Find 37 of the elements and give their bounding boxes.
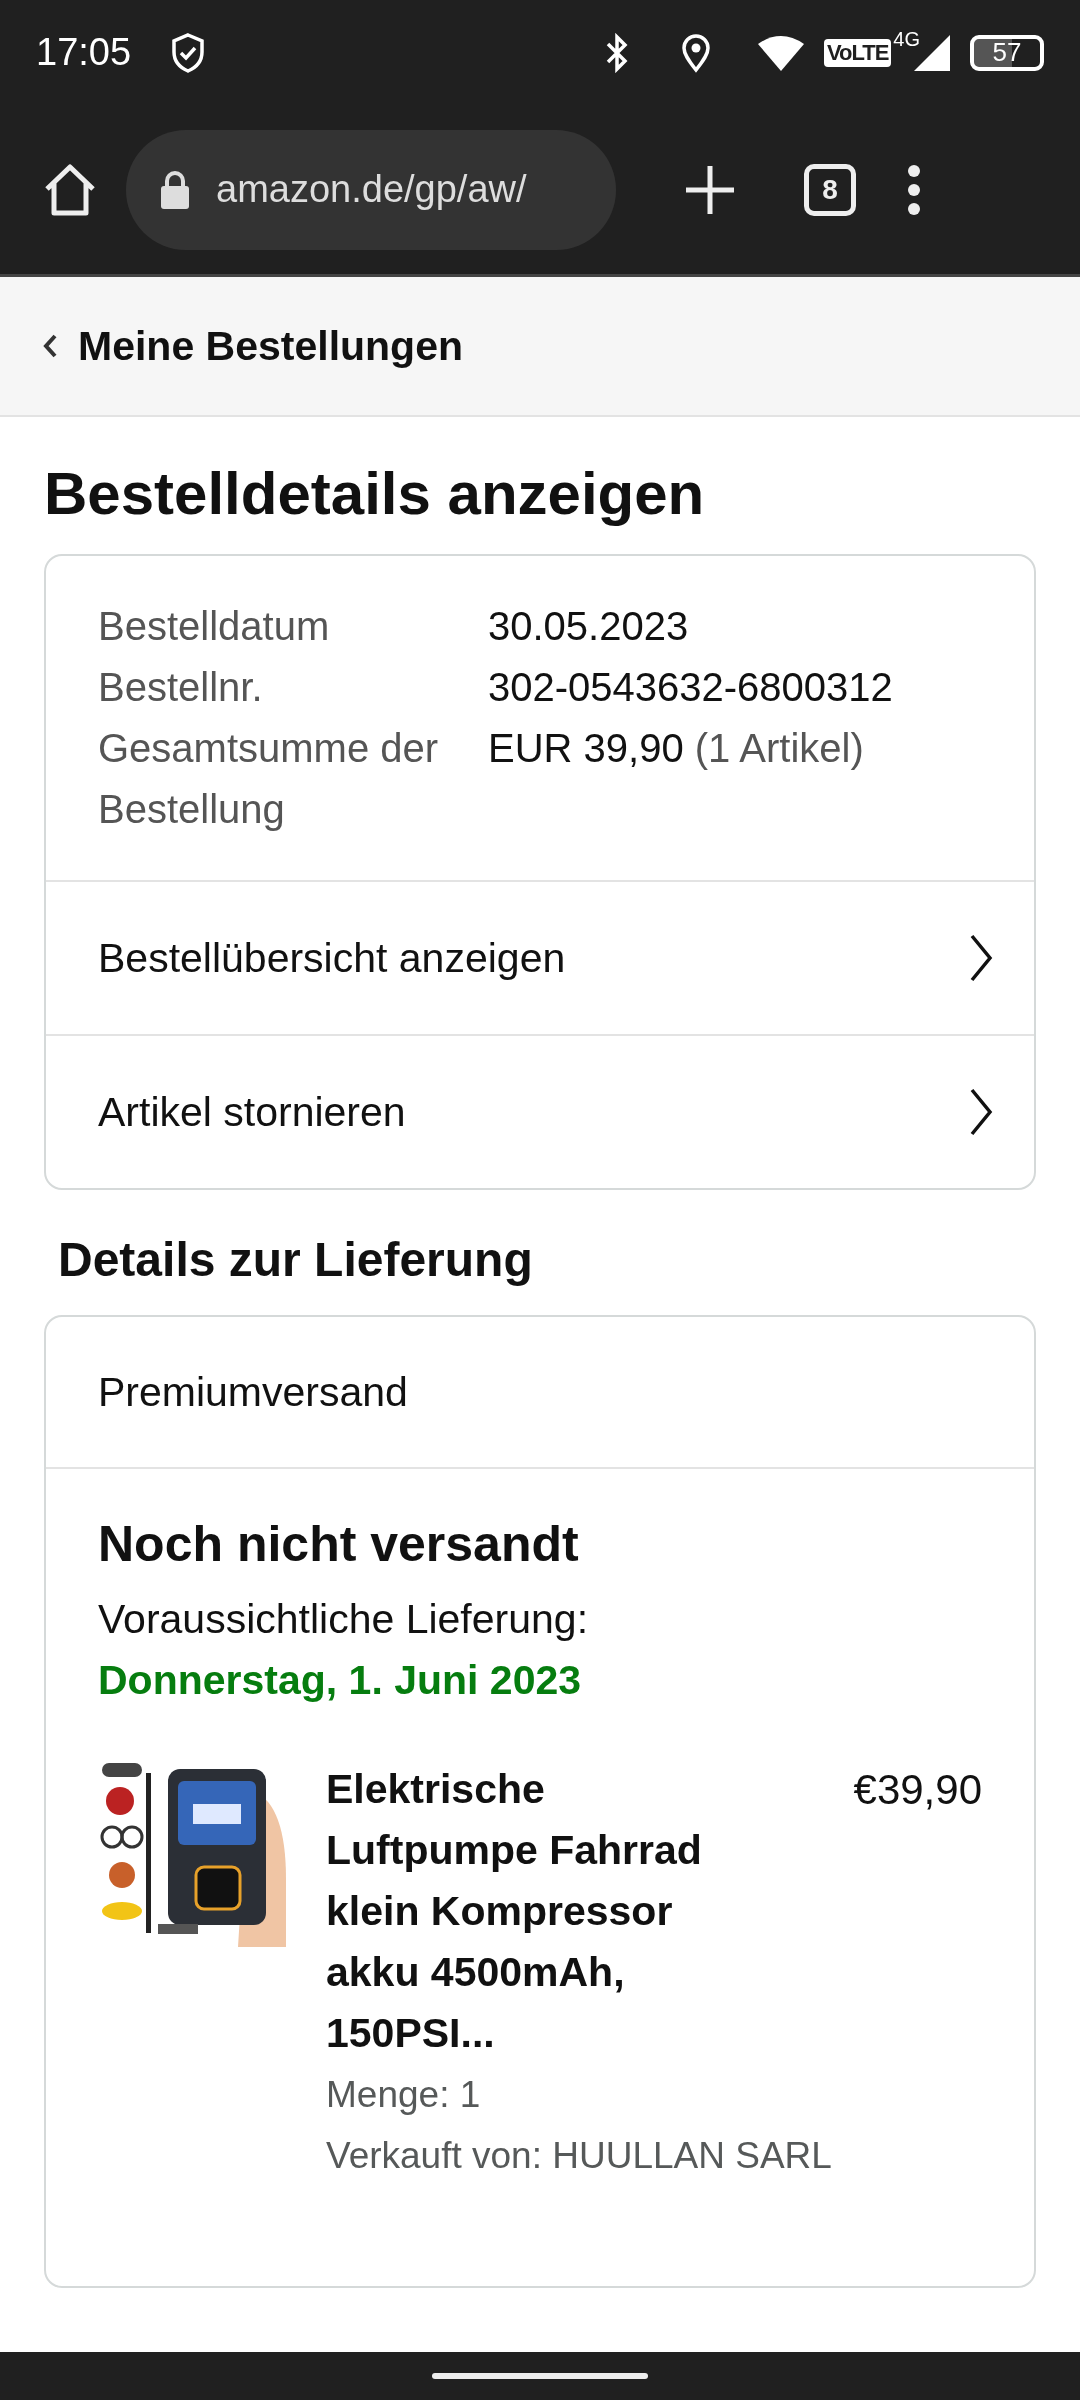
info-value: 302-0543632-6800312 (488, 665, 893, 709)
location-pin-icon (679, 32, 712, 73)
info-label: Bestellnr. (98, 664, 264, 711)
network-type: 4G (893, 28, 920, 51)
tab-switcher-button[interactable]: 8 (804, 163, 856, 216)
shipment-status: Noch nicht versandt (98, 1515, 580, 1573)
gesture-handle[interactable] (432, 2373, 648, 2379)
url-text: amazon.de/gp/aw/ (216, 168, 527, 211)
info-label: Bestelldatum (98, 603, 331, 650)
back-link[interactable]: Meine Bestellungen (78, 322, 463, 370)
status-time: 17:05 (36, 31, 132, 74)
link-row[interactable]: Artikel stornieren (46, 1034, 1034, 1188)
delivery-label: Voraussichtliche Lieferung: (98, 1595, 590, 1644)
page-title: Bestelldetails anzeigen (44, 459, 706, 528)
volte-badge: VoLTE (823, 38, 892, 67)
more-menu-icon[interactable] (906, 163, 922, 216)
link-row[interactable]: Bestellübersicht anzeigen (46, 880, 1034, 1034)
info-note: (1 Artikel) (694, 726, 864, 770)
wifi-icon (757, 33, 804, 72)
info-value: 30.05.2023 (488, 604, 689, 648)
product-title-link[interactable]: Elektrische Luftpumpe Fahrrad klein Kompressor akku 4500mAh, 150PSI... (326, 1759, 766, 2064)
product-price: €39,90 (853, 1765, 982, 1815)
lock-icon (160, 169, 190, 210)
chevron-left-icon[interactable] (42, 333, 58, 359)
address-bar[interactable]: amazon.de/gp/aw/ (126, 129, 616, 250)
info-value: EUR 39,90 (488, 726, 684, 770)
section-heading: Details zur Lieferung (58, 1232, 534, 1287)
info-label: Gesamtsumme der Bestellung (98, 725, 440, 833)
quantity-text: Menge: 1 (326, 2073, 482, 2117)
seller-text: Verkauft von: HUULLAN SARL (326, 2134, 833, 2178)
delivery-date: Donnerstag, 1. Juni 2023 (98, 1656, 583, 1705)
plus-icon[interactable] (686, 165, 734, 214)
shipping-method: Premiumversand (46, 1317, 1034, 1469)
chevron-right-icon (968, 1086, 994, 1138)
battery-level: 57 (970, 34, 1044, 71)
chevron-right-icon (968, 932, 994, 984)
shield-check-icon (171, 32, 206, 73)
